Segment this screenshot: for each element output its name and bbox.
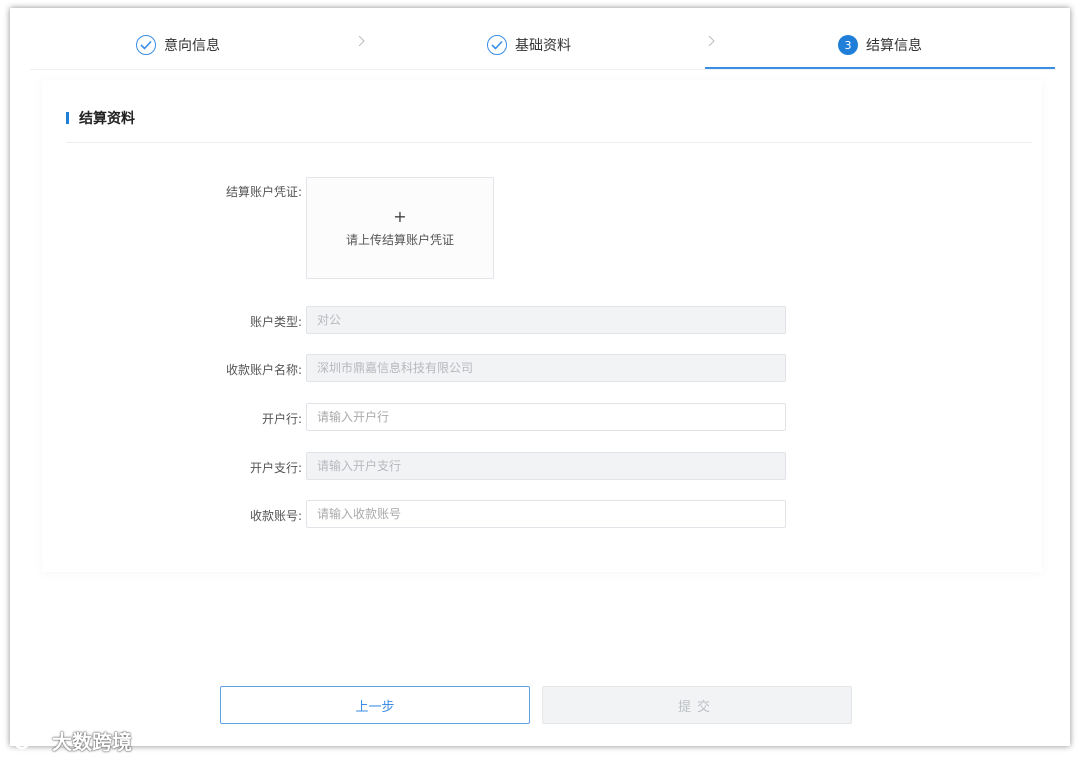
branch-input[interactable]: 请输入开户支行 [306, 452, 786, 480]
watermark-text: 大数跨境 [52, 730, 132, 754]
plus-icon: + [393, 206, 407, 226]
bank-input[interactable]: 请输入开户行 [306, 403, 786, 431]
check-icon [136, 35, 156, 55]
payee-name-field[interactable]: 深圳市鼎嘉信息科技有限公司 [306, 354, 786, 382]
step-number-badge: 3 [838, 35, 858, 55]
step-label: 意向信息 [164, 38, 220, 54]
settlement-card: 结算资料 结算账户凭证: + 请上传结算账户凭证 账户类型: 对公 收款账户名称… [42, 80, 1042, 572]
active-step-underline [705, 67, 1055, 69]
account-number-input[interactable]: 请输入收款账号 [306, 500, 786, 528]
watermark-logo-icon [13, 732, 46, 749]
section-title: 结算资料 [66, 108, 135, 128]
check-icon [487, 35, 507, 55]
prev-step-button[interactable]: 上一步 [220, 686, 530, 724]
account-type-field[interactable]: 对公 [306, 306, 786, 334]
section-divider [66, 142, 1032, 143]
step-intention[interactable]: 意向信息 [136, 30, 220, 60]
voucher-upload[interactable]: + 请上传结算账户凭证 [306, 177, 494, 279]
step-settlement-info[interactable]: 3 结算信息 [838, 30, 922, 60]
app-window: 意向信息 基础资料 3 结算信息 结算资料 结算账户凭证: + 请上传结算账户凭… [10, 8, 1070, 746]
chevron-right-icon [358, 36, 365, 46]
chevron-right-icon [708, 36, 715, 46]
payee-name-label: 收款账户名称: [225, 363, 302, 377]
section-title-text: 结算资料 [79, 111, 135, 127]
title-accent-bar [66, 112, 69, 124]
step-label: 结算信息 [866, 38, 922, 54]
submit-button[interactable]: 提交 [542, 686, 852, 724]
account-type-label: 账户类型: [249, 315, 302, 329]
watermark: 大数跨境 [12, 726, 132, 755]
account-number-label: 收款账号: [249, 509, 302, 523]
step-basic-info[interactable]: 基础资料 [487, 30, 571, 60]
steps-divider [30, 69, 1056, 70]
upload-hint: 请上传结算账户凭证 [345, 232, 454, 247]
branch-label: 开户支行: [249, 461, 302, 475]
step-label: 基础资料 [515, 38, 571, 54]
voucher-label: 结算账户凭证: [225, 185, 302, 199]
bank-label: 开户行: [261, 412, 302, 426]
